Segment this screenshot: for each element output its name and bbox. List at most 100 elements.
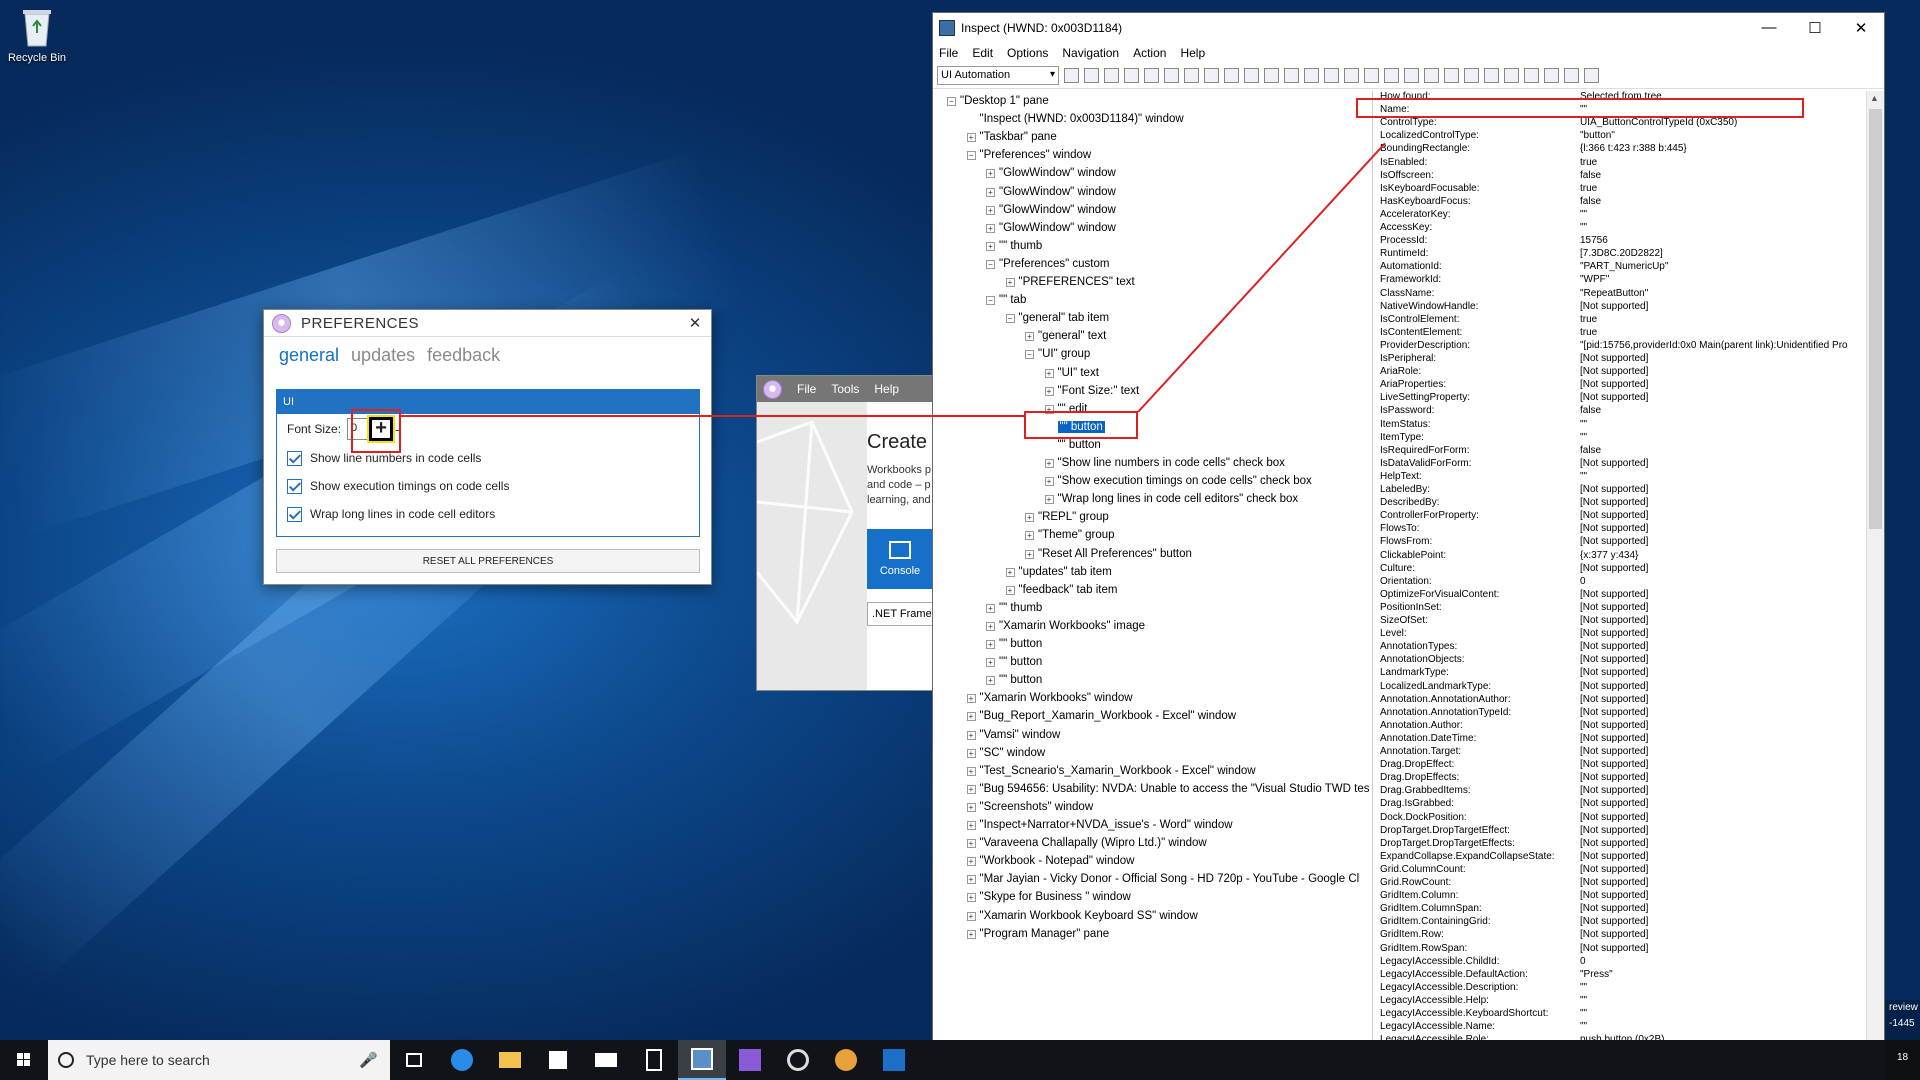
expand-icon[interactable]: + bbox=[966, 821, 976, 830]
expand-icon[interactable]: + bbox=[966, 766, 976, 776]
tree-node[interactable]: + "Vamsi" window bbox=[966, 726, 1060, 744]
tree-node[interactable]: + "Show line numbers in code cells" check… bbox=[1044, 454, 1285, 472]
property-row[interactable]: AccessKey: "" bbox=[1380, 222, 1875, 235]
toolbar-icon[interactable] bbox=[1424, 68, 1439, 83]
property-row[interactable]: RuntimeId: [7.3D8C.20D2822] bbox=[1380, 248, 1875, 261]
cortana-app-icon[interactable] bbox=[774, 1040, 822, 1080]
toolbar-icon[interactable] bbox=[1084, 68, 1099, 83]
property-row[interactable]: LiveSettingProperty: [Not supported] bbox=[1380, 392, 1875, 405]
property-row[interactable]: IsPeripheral: [Not supported] bbox=[1380, 353, 1875, 366]
expand-icon[interactable]: + bbox=[986, 241, 995, 251]
tree-node[interactable]: + "Taskbar" pane bbox=[966, 128, 1057, 146]
visual-studio-icon[interactable] bbox=[726, 1040, 774, 1080]
expand-icon[interactable]: + bbox=[986, 603, 995, 613]
menu-options[interactable]: Options bbox=[1007, 46, 1048, 60]
tree-node[interactable]: "Inspect (HWND: 0x003D1184)" window bbox=[967, 110, 1184, 128]
property-row[interactable]: IsPassword: false bbox=[1380, 405, 1875, 418]
property-row[interactable]: DescribedBy: [Not supported] bbox=[1380, 497, 1875, 510]
microphone-icon[interactable]: 🎤 bbox=[359, 1051, 378, 1069]
property-row[interactable]: DropTarget.DropTargetEffect: [Not support… bbox=[1380, 825, 1875, 838]
expand-icon[interactable]: + bbox=[1025, 549, 1034, 559]
tree-node[interactable]: + "" button bbox=[986, 671, 1042, 689]
toolbar-icon[interactable] bbox=[1324, 68, 1339, 83]
tree-node[interactable]: + "Mar Jayian - Vicky Donor - Official So… bbox=[966, 870, 1359, 888]
tree-node[interactable]: − "" tab bbox=[986, 291, 1026, 309]
tree-node[interactable]: − "Preferences" custom bbox=[986, 255, 1109, 273]
tab-updates[interactable]: updates bbox=[351, 345, 415, 366]
checkbox-execution-timings[interactable]: Show execution timings on code cells bbox=[277, 472, 699, 500]
toolbar-icon[interactable] bbox=[1204, 68, 1219, 83]
collapse-icon[interactable]: − bbox=[986, 259, 995, 269]
expand-icon[interactable]: + bbox=[966, 133, 976, 143]
tree-node[interactable]: + "" button bbox=[986, 653, 1042, 671]
expand-icon[interactable]: + bbox=[1044, 386, 1054, 396]
tab-feedback[interactable]: feedback bbox=[427, 345, 500, 366]
property-row[interactable]: Annotation.Author: [Not supported] bbox=[1380, 720, 1875, 733]
expand-icon[interactable]: + bbox=[1005, 585, 1015, 595]
tree-node[interactable]: + "Bug_Report_Xamarin_Workbook - Excel" w… bbox=[966, 707, 1236, 725]
tree-node[interactable]: + "REPL" group bbox=[1025, 508, 1109, 526]
property-row[interactable]: ClickablePoint: {x:377 y:434} bbox=[1380, 550, 1875, 563]
property-row[interactable]: LandmarkType: [Not supported] bbox=[1380, 667, 1875, 680]
tree-node[interactable]: + "GlowWindow" window bbox=[986, 164, 1116, 182]
mail-icon[interactable] bbox=[582, 1040, 630, 1080]
toolbar-icon[interactable] bbox=[1284, 68, 1299, 83]
reset-all-preferences-button[interactable]: RESET ALL PREFERENCES bbox=[276, 549, 700, 573]
tree-node[interactable]: + "GlowWindow" window bbox=[986, 201, 1116, 219]
paint-icon[interactable] bbox=[822, 1040, 870, 1080]
menu-help[interactable]: Help bbox=[1180, 46, 1205, 60]
toolbar-icon[interactable] bbox=[1124, 68, 1139, 83]
toolbar-icon[interactable] bbox=[1584, 68, 1599, 83]
property-row[interactable]: LegacyIAccessible.Description: "" bbox=[1380, 982, 1875, 995]
tree-node[interactable]: + "updates" tab item bbox=[1005, 563, 1112, 581]
toolbar-icon[interactable] bbox=[1164, 68, 1179, 83]
expand-icon[interactable]: + bbox=[1025, 531, 1034, 541]
expand-icon[interactable]: + bbox=[966, 857, 976, 867]
toolbar-icon[interactable] bbox=[1244, 68, 1259, 83]
menu-file[interactable]: File bbox=[939, 46, 958, 60]
property-row[interactable]: AcceleratorKey: "" bbox=[1380, 209, 1875, 222]
property-row[interactable]: GridItem.ColumnSpan: [Not supported] bbox=[1380, 903, 1875, 916]
collapse-icon[interactable]: − bbox=[986, 296, 995, 306]
tree-node[interactable]: + "" button bbox=[986, 635, 1042, 653]
property-row[interactable]: IsControlElement: true bbox=[1380, 314, 1875, 327]
collapse-icon[interactable]: − bbox=[1025, 350, 1034, 360]
property-row[interactable]: LegacyIAccessible.KeyboardShortcut: "" bbox=[1380, 1008, 1875, 1021]
tree-node[interactable]: + "feedback" tab item bbox=[1005, 581, 1117, 599]
tree-node[interactable]: + "SC" window bbox=[966, 744, 1045, 762]
task-view-icon[interactable] bbox=[390, 1040, 438, 1080]
property-row[interactable]: ItemStatus: "" bbox=[1380, 419, 1875, 432]
property-row[interactable]: IsOffscreen: false bbox=[1380, 170, 1875, 183]
property-row[interactable]: LocalizedLandmarkType: [Not supported] bbox=[1380, 681, 1875, 694]
property-row[interactable]: ProviderDescription: "[pid:15756,provider… bbox=[1380, 340, 1875, 353]
property-row[interactable]: LegacyIAccessible.Name: "" bbox=[1380, 1021, 1875, 1034]
property-row[interactable]: ClassName: "RepeatButton" bbox=[1380, 288, 1875, 301]
tree-node[interactable]: + "" thumb bbox=[986, 599, 1042, 617]
property-row[interactable]: AutomationId: "PART_NumericUp" bbox=[1380, 261, 1875, 274]
tree-node[interactable]: + "Show execution timings on code cells" … bbox=[1044, 472, 1312, 490]
tree-node[interactable]: − "UI" group bbox=[1025, 345, 1090, 363]
property-row[interactable]: Dock.DockPosition: [Not supported] bbox=[1380, 812, 1875, 825]
property-row[interactable]: LegacyIAccessible.DefaultAction: "Press" bbox=[1380, 969, 1875, 982]
property-row[interactable]: HasKeyboardFocus: false bbox=[1380, 196, 1875, 209]
toolbar-icon[interactable] bbox=[1104, 68, 1119, 83]
expand-icon[interactable]: + bbox=[966, 929, 976, 939]
expand-icon[interactable]: + bbox=[966, 802, 976, 812]
toolbar-icon[interactable] bbox=[1224, 68, 1239, 83]
expand-icon[interactable]: + bbox=[1025, 332, 1034, 342]
property-row[interactable]: Grid.RowCount: [Not supported] bbox=[1380, 877, 1875, 890]
start-button[interactable] bbox=[0, 1040, 48, 1080]
menu-action[interactable]: Action bbox=[1133, 46, 1166, 60]
checkbox-wrap-lines[interactable]: Wrap long lines in code cell editors bbox=[277, 500, 699, 528]
recycle-bin-icon[interactable]: Recycle Bin bbox=[4, 6, 70, 64]
property-row[interactable]: ExpandCollapse.ExpandCollapseState: [Not … bbox=[1380, 851, 1875, 864]
property-row[interactable]: IsRequiredForForm: false bbox=[1380, 445, 1875, 458]
tree-node[interactable]: + "GlowWindow" window bbox=[986, 219, 1116, 237]
inspect-titlebar[interactable]: Inspect (HWND: 0x003D1184) — ☐ ✕ bbox=[933, 13, 1884, 43]
tree-node[interactable]: + "Bug 594656: Usability: NVDA: Unable to… bbox=[966, 780, 1370, 798]
expand-icon[interactable]: + bbox=[1025, 513, 1034, 523]
property-row[interactable]: AnnotationObjects: [Not supported] bbox=[1380, 654, 1875, 667]
tree-node[interactable]: − "general" tab item bbox=[1005, 309, 1109, 327]
properties-scrollbar[interactable]: ▲ bbox=[1866, 91, 1884, 1080]
property-row[interactable]: GridItem.ContainingGrid: [Not supported] bbox=[1380, 916, 1875, 929]
